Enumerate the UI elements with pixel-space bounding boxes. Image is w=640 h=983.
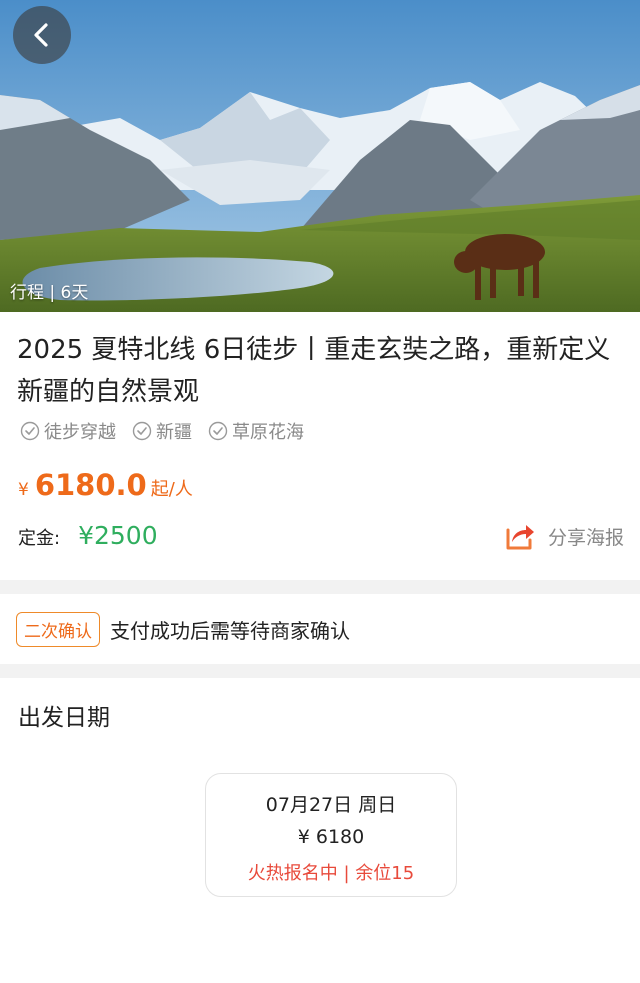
check-circle-icon <box>132 421 152 441</box>
share-poster-button[interactable]: 分享海报 <box>504 520 624 552</box>
date-option[interactable]: 07月27日 周日 ¥ 6180 火热报名中 | 余位15 <box>205 773 457 897</box>
deposit-value: ¥2500 <box>78 521 158 550</box>
hero-image: 行程 | 6天 <box>0 0 640 312</box>
price-value: 6180.0 <box>34 468 147 502</box>
back-button[interactable] <box>13 6 71 64</box>
price-currency: ¥ <box>18 480 29 500</box>
deposit-label: 定金: <box>18 528 61 549</box>
deposit: 定金: ¥2500 <box>18 521 158 550</box>
check-circle-icon <box>20 421 40 441</box>
feature-tag: 徒步穿越 <box>20 418 116 444</box>
feature-tag: 草原花海 <box>208 418 304 444</box>
date-price: ¥ 6180 <box>297 826 365 848</box>
itinerary-tag: 行程 | 6天 <box>10 283 89 303</box>
feature-tag-label: 新疆 <box>156 422 192 443</box>
price: ¥ 6180.0 起/人 <box>18 468 193 502</box>
departure-title: 出发日期 <box>18 705 110 731</box>
departure-section: 出发日期 07月27日 周日 ¥ 6180 火热报名中 | 余位15 <box>0 678 640 983</box>
feature-tag-label: 草原花海 <box>232 422 304 443</box>
confirmation-notice: 二次确认 支付成功后需等待商家确认 <box>0 594 640 664</box>
date-status: 火热报名中 | 余位15 <box>247 863 415 884</box>
share-icon <box>506 525 534 550</box>
price-unit: 起/人 <box>150 479 193 500</box>
confirm-text: 支付成功后需等待商家确认 <box>110 618 350 643</box>
chevron-left-icon <box>34 23 48 47</box>
feature-tag: 新疆 <box>132 418 192 444</box>
hero-landscape-image <box>0 0 640 312</box>
feature-tags: 徒步穿越 新疆 草原花海 <box>20 418 304 444</box>
date-label: 07月27日 周日 <box>265 794 397 816</box>
feature-tag-label: 徒步穿越 <box>44 422 116 443</box>
check-circle-icon <box>208 421 228 441</box>
share-label: 分享海报 <box>547 526 624 549</box>
product-title: 2025 夏特北线 6日徒步丨重走玄奘之路，重新定义新疆的自然景观 <box>17 335 611 407</box>
confirm-badge: 二次确认 <box>16 611 100 647</box>
product-info-card: 2025 夏特北线 6日徒步丨重走玄奘之路，重新定义新疆的自然景观 徒步穿越 新… <box>0 312 640 580</box>
